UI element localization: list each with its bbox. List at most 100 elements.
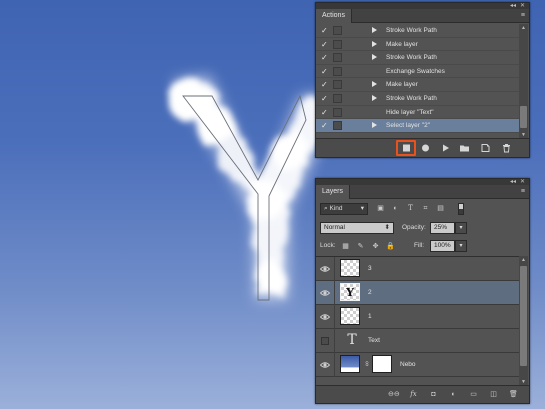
layers-scrollbar[interactable]: ▲ ▼ — [519, 256, 528, 386]
divider — [334, 329, 335, 353]
action-item[interactable]: ✓ Stroke Work Path — [316, 51, 521, 65]
action-item[interactable]: ✓ Stroke Work Path — [316, 92, 521, 106]
checkmark-icon[interactable]: ✓ — [321, 40, 329, 49]
eye-icon[interactable] — [319, 360, 331, 370]
new-group-icon[interactable]: ▭ — [468, 389, 479, 400]
action-item[interactable]: ✓ Hide layer "Text" — [316, 106, 521, 120]
thumbnail-letter: Y — [346, 286, 354, 299]
filter-kind-select[interactable]: ⌕ Kind ▾ — [320, 203, 368, 215]
new-layer-icon[interactable]: ◫ — [488, 389, 499, 400]
new-action-icon[interactable] — [480, 143, 491, 153]
tab-actions[interactable]: Actions — [316, 9, 352, 23]
layers-footer: ⊖⊖ fx ◘ ◐ ▭ ◫ 🗑 — [316, 385, 529, 403]
opacity-input[interactable]: 25% — [430, 222, 455, 234]
blend-mode-value: Normal — [324, 224, 345, 231]
checkmark-icon[interactable]: ✓ — [321, 121, 329, 130]
add-mask-icon[interactable]: ◘ — [428, 389, 439, 400]
checkmark-icon[interactable]: ✓ — [321, 80, 329, 89]
expand-triangle-icon[interactable] — [372, 81, 377, 88]
dialog-toggle[interactable] — [333, 39, 342, 49]
action-item[interactable]: ✓ Exchange Swatches — [316, 65, 521, 79]
action-item[interactable]: ✓ Select layer "2" — [316, 119, 521, 133]
fill-dropdown[interactable]: ▾ — [455, 240, 467, 252]
adjustment-layer-icon[interactable]: ◐ — [448, 389, 459, 400]
layer-thumbnail[interactable] — [340, 259, 360, 277]
layer-row[interactable]: Y2 — [316, 281, 521, 305]
dialog-toggle[interactable] — [333, 121, 342, 131]
tab-layers[interactable]: Layers — [316, 185, 351, 199]
scroll-up-icon[interactable]: ▲ — [520, 25, 527, 31]
type-filter-icon[interactable]: T — [406, 204, 415, 213]
lock-image-icon[interactable]: ✎ — [356, 242, 365, 251]
trash-icon[interactable] — [501, 143, 512, 153]
dialog-toggle[interactable] — [333, 66, 342, 76]
fill-input[interactable]: 100% — [430, 240, 455, 252]
dialog-toggle[interactable] — [333, 93, 342, 103]
layer-row[interactable]: 1 — [316, 305, 521, 329]
panel-menu-icon[interactable]: ≡ — [521, 12, 525, 20]
layer-row[interactable]: 3 — [316, 257, 521, 281]
action-item[interactable]: ✓ Make layer — [316, 78, 521, 92]
link-layers-icon[interactable]: ⊖⊖ — [388, 389, 400, 400]
layer-thumbnail[interactable] — [340, 355, 360, 373]
checkmark-icon[interactable]: ✓ — [321, 94, 329, 103]
expand-triangle-icon[interactable] — [372, 54, 377, 61]
dialog-toggle[interactable] — [333, 80, 342, 90]
checkmark-icon[interactable]: ✓ — [321, 108, 329, 117]
layer-thumbnail[interactable]: Y — [340, 283, 360, 301]
layer-thumbnail[interactable] — [340, 307, 360, 325]
link-icon[interactable]: ∞ — [361, 361, 371, 367]
scroll-up-icon[interactable]: ▲ — [520, 257, 527, 263]
checkmark-icon[interactable]: ✓ — [321, 67, 329, 76]
layer-name[interactable]: 3 — [368, 257, 372, 281]
layer-mask-thumbnail[interactable] — [372, 355, 392, 373]
visibility-toggle[interactable] — [321, 337, 329, 345]
stop-recording-icon[interactable] — [401, 143, 412, 153]
scroll-thumb[interactable] — [520, 106, 527, 128]
checkmark-icon[interactable]: ✓ — [321, 26, 329, 35]
record-icon[interactable] — [420, 143, 431, 153]
eye-icon[interactable] — [319, 312, 331, 322]
blend-mode-select[interactable]: Normal ⬍ — [320, 222, 394, 234]
eye-icon[interactable] — [319, 288, 331, 298]
layer-name[interactable]: 1 — [368, 305, 372, 329]
layer-name[interactable]: Text — [368, 329, 380, 353]
layer-list: 3 Y 2 1 T Text ∞ Nebo — [316, 256, 521, 386]
lock-transparency-icon[interactable]: ▦ — [341, 242, 350, 251]
layers-tab-row: Layers ≡ — [316, 185, 529, 199]
actions-list: ✓ Stroke Work Path ✓ Make layer ✓ Stroke Work… — [316, 24, 521, 139]
scroll-thumb[interactable] — [520, 266, 527, 366]
expand-triangle-icon[interactable] — [372, 122, 377, 129]
layer-row[interactable]: ∞ Nebo — [316, 353, 521, 377]
layer-row[interactable]: T Text — [316, 329, 521, 353]
layer-name[interactable]: Nebo — [400, 353, 416, 377]
play-icon[interactable] — [440, 143, 451, 153]
text-layer-icon[interactable]: T — [344, 332, 360, 348]
trash-icon[interactable]: 🗑 — [508, 389, 519, 400]
divider — [334, 257, 335, 281]
panel-menu-icon[interactable]: ≡ — [521, 188, 525, 196]
smart-object-filter-icon[interactable]: ▤ — [436, 204, 445, 213]
action-item-label: Stroke Work Path — [386, 94, 437, 102]
expand-triangle-icon[interactable] — [372, 27, 377, 33]
dialog-toggle[interactable] — [333, 107, 342, 117]
shape-filter-icon[interactable]: ⌗ — [421, 204, 430, 213]
lock-all-icon[interactable]: 🔒 — [386, 242, 395, 251]
expand-triangle-icon[interactable] — [372, 40, 377, 47]
adjustment-filter-icon[interactable]: ◐ — [391, 204, 400, 213]
action-item[interactable]: ✓ Stroke Work Path — [316, 24, 521, 38]
eye-icon[interactable] — [319, 264, 331, 274]
lock-position-icon[interactable]: ✥ — [371, 242, 380, 251]
layer-name[interactable]: 2 — [368, 281, 372, 305]
action-item[interactable]: ✓ Make layer — [316, 38, 521, 52]
checkmark-icon[interactable]: ✓ — [321, 53, 329, 62]
new-set-icon[interactable] — [459, 143, 470, 153]
pixel-filter-icon[interactable]: ▣ — [376, 204, 385, 213]
expand-triangle-icon[interactable] — [372, 94, 377, 101]
dialog-toggle[interactable] — [333, 53, 342, 63]
dialog-toggle[interactable] — [333, 26, 342, 35]
actions-scrollbar[interactable]: ▲ ▼ — [519, 24, 528, 139]
fx-icon[interactable]: fx — [408, 389, 419, 400]
opacity-dropdown[interactable]: ▾ — [455, 222, 467, 234]
filter-toggle[interactable] — [458, 203, 464, 215]
